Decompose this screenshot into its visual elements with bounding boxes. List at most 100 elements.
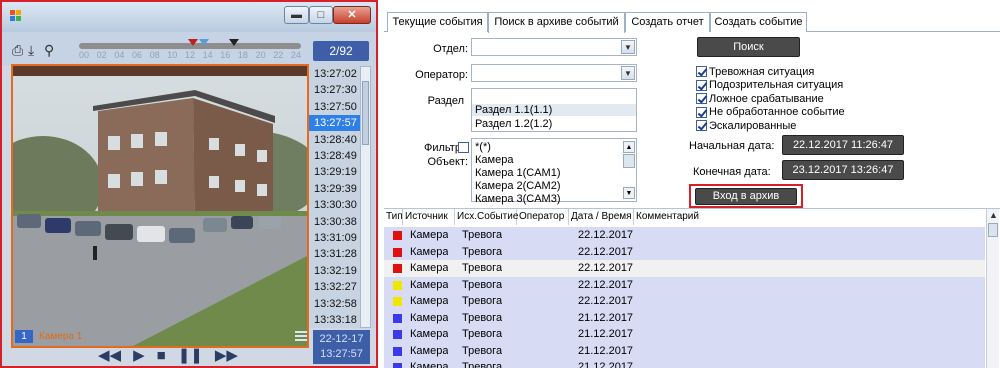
table-row[interactable]: Камера Тревога 22.12.2017 1: [384, 260, 985, 277]
end-date-field[interactable]: 23.12.2017 13:26:47: [782, 160, 904, 180]
event-time-item[interactable]: 13:29:19: [309, 164, 365, 180]
rewind-icon[interactable]: ◀◀: [98, 346, 121, 364]
events-table: Тип Источник Исх.Событие Оператор Дата /…: [384, 208, 1000, 368]
cell-source: Камера: [410, 278, 449, 291]
department-dropdown[interactable]: ▼: [471, 38, 637, 56]
camera-video[interactable]: [11, 64, 309, 348]
cell-datetime: 21.12.2017 1: [578, 361, 636, 368]
timeline-slider[interactable]: 00 02 04 06 08 10 12 14 16 18 20 22 24: [79, 39, 301, 61]
timeline-marker-start[interactable]: [188, 39, 198, 46]
chevron-down-icon[interactable]: ▼: [623, 187, 635, 199]
column-type[interactable]: Тип: [384, 209, 403, 225]
event-type-marker: [393, 231, 402, 240]
cell-event: Тревога: [462, 262, 503, 274]
fast-forward-icon[interactable]: ▶▶: [215, 346, 238, 364]
time-list-scroll-thumb[interactable]: [362, 81, 369, 145]
play-icon[interactable]: ▶: [133, 346, 145, 364]
close-button[interactable]: ✕: [333, 6, 371, 24]
object-item[interactable]: Камера 3(CAM3): [475, 193, 561, 205]
maximize-button[interactable]: □: [309, 6, 333, 24]
filter-checkbox[interactable]: [458, 142, 469, 153]
checkbox-box[interactable]: [696, 93, 707, 105]
timeline-playhead[interactable]: [199, 39, 209, 46]
column-datetime[interactable]: Дата / Время: [569, 209, 634, 225]
magnifier-icon[interactable]: ⚲: [44, 43, 58, 57]
chevron-up-icon[interactable]: ▲: [623, 141, 635, 153]
start-date-field[interactable]: 22.12.2017 11:26:47: [782, 135, 904, 155]
section-item[interactable]: Раздел 1.1(1.1): [472, 104, 636, 116]
event-time-item[interactable]: 13:28:40: [309, 132, 365, 148]
event-time-item[interactable]: 13:29:39: [309, 181, 365, 197]
event-type-checkbox[interactable]: Не обработанное событие: [696, 106, 845, 119]
event-time-item[interactable]: 13:31:28: [309, 246, 365, 262]
event-type-checkbox[interactable]: Эскалированные: [696, 119, 796, 132]
table-row[interactable]: Камера Тревога 22.12.2017 1: [384, 293, 985, 310]
event-time-item[interactable]: 13:27:02: [309, 66, 365, 82]
chevron-up-icon[interactable]: ▲: [987, 209, 1000, 222]
tab-archive-search[interactable]: Поиск в архиве событий: [488, 12, 625, 33]
object-list[interactable]: *(*) Камера Камера 1(CAM1) Камера 2(CAM2…: [471, 138, 637, 205]
timeline-marker-end[interactable]: [229, 39, 239, 46]
object-item[interactable]: Камера 1(CAM1): [475, 167, 561, 179]
table-row[interactable]: Камера Тревога 22.12.2017 1: [384, 243, 985, 261]
cell-source: Камера: [410, 311, 449, 324]
event-time-item[interactable]: 13:31:09: [309, 230, 365, 246]
object-item[interactable]: Камера: [475, 154, 513, 166]
checkbox-box[interactable]: [696, 79, 707, 91]
list-menu-icon[interactable]: [295, 331, 307, 341]
object-list-scroll-thumb[interactable]: [623, 154, 635, 168]
column-source[interactable]: Источник: [403, 209, 455, 225]
operator-dropdown[interactable]: ▼: [471, 64, 637, 82]
table-row[interactable]: Камера Тревога 22.12.2017 1: [384, 276, 985, 294]
cell-datetime: 22.12.2017 1: [578, 278, 636, 291]
column-event[interactable]: Исх.Событие: [455, 209, 518, 225]
minimize-button[interactable]: ▬: [284, 6, 309, 24]
event-time-item[interactable]: 13:32:27: [309, 279, 365, 295]
object-item[interactable]: Камера 2(CAM2): [475, 180, 561, 192]
player-titlebar[interactable]: ▬ □ ✕: [2, 2, 376, 32]
search-button[interactable]: Поиск: [697, 37, 800, 57]
event-time-item[interactable]: 13:28:49: [309, 148, 365, 164]
column-comment[interactable]: Комментарий: [634, 209, 706, 225]
app-icon: [10, 10, 22, 22]
event-time-item[interactable]: 13:27:57: [309, 115, 365, 132]
tab-create-event[interactable]: Создать событие: [710, 12, 807, 32]
event-type-checkbox[interactable]: Подозрительная ситуация: [696, 79, 843, 92]
event-time-item[interactable]: 13:27:30: [309, 82, 365, 98]
event-time-item[interactable]: 13:32:19: [309, 263, 365, 279]
event-time-item[interactable]: 13:30:30: [309, 197, 365, 213]
table-row[interactable]: Камера Тревога 21.12.2017 1: [384, 326, 985, 343]
checkbox-box[interactable]: [696, 120, 707, 132]
checkbox-box[interactable]: [696, 66, 707, 77]
pause-icon[interactable]: ❚❚: [178, 346, 203, 364]
table-row[interactable]: Камера Тревога 21.12.2017 1: [384, 359, 985, 368]
section-list[interactable]: Раздел 1.1(1.1) Раздел 1.2(1.2): [471, 88, 637, 132]
cell-source: Камера: [410, 295, 449, 307]
event-time-item[interactable]: 13:32:58: [309, 296, 365, 312]
table-scrollbar[interactable]: ▲: [986, 209, 999, 368]
event-time-item[interactable]: 13:33:18: [309, 312, 365, 328]
tab-current-events[interactable]: Текущие события: [387, 12, 488, 32]
table-row[interactable]: Камера Тревога 21.12.2017 1: [384, 342, 985, 360]
camera-label: 1 Камера 1: [15, 330, 82, 343]
enter-archive-button[interactable]: Вход в архив: [695, 188, 797, 205]
table-row[interactable]: Камера Тревога 21.12.2017 1: [384, 309, 985, 327]
chevron-down-icon[interactable]: ▼: [621, 40, 635, 54]
tab-create-report[interactable]: Создать отчет: [625, 12, 710, 32]
object-item[interactable]: *(*): [475, 141, 491, 153]
event-type-checkbox[interactable]: Ложное срабатывание: [696, 92, 824, 105]
time-list-scrollbar[interactable]: [360, 66, 371, 328]
table-scroll-thumb[interactable]: [988, 223, 998, 237]
event-type-checkbox[interactable]: Тревожная ситуация: [696, 65, 814, 78]
printer-icon[interactable]: ⎙: [12, 43, 26, 57]
cell-source: Камера: [410, 328, 449, 340]
section-item[interactable]: Раздел 1.2(1.2): [475, 118, 552, 130]
table-row[interactable]: Камера Тревога 22.12.2017 1: [384, 227, 985, 244]
chevron-down-icon[interactable]: ▼: [621, 66, 635, 80]
column-operator[interactable]: Оператор: [517, 209, 569, 225]
checkbox-box[interactable]: [696, 106, 707, 118]
download-icon[interactable]: ⤓: [28, 43, 42, 57]
stop-icon[interactable]: ■: [157, 347, 166, 364]
event-time-item[interactable]: 13:27:50: [309, 99, 365, 115]
event-time-item[interactable]: 13:30:38: [309, 214, 365, 230]
